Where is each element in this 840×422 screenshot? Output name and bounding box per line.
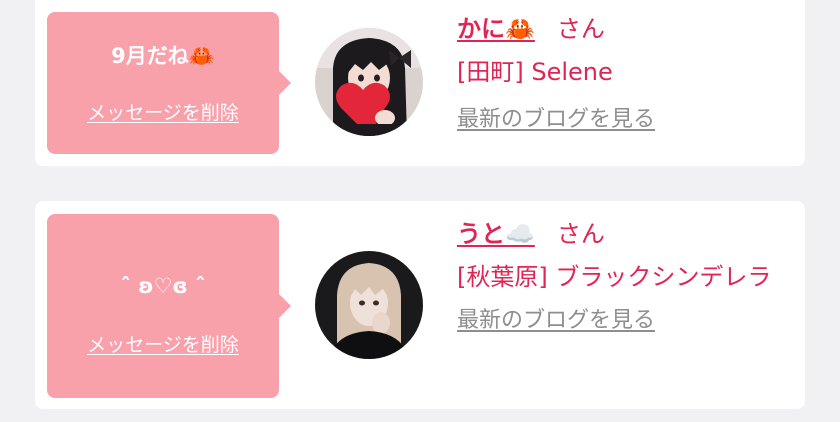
message-text: 9月だね🦀 (111, 44, 215, 68)
avatar-photo (315, 251, 423, 359)
delete-message-link[interactable]: メッセージを削除 (47, 100, 279, 126)
avatar[interactable] (315, 251, 423, 359)
message-bubble: 9月だね🦀 メッセージを削除 (47, 12, 291, 154)
sender-name-line: かに🦀 さん (457, 12, 797, 46)
sender-info: うと☁️ さん [秋葉原] ブラックシンデレラ 最新のブログを見る (457, 217, 797, 337)
honorific: さん (556, 220, 605, 248)
sender-name-line: うと☁️ さん (457, 217, 797, 251)
delete-message-link[interactable]: メッセージを削除 (47, 332, 279, 358)
message-list: 9月だね🦀 メッセージを削除 かに🦀 さん [田町] Selene 最新のブログ… (0, 0, 840, 422)
shop-name: [秋葉原] ブラックシンデレラ (457, 263, 772, 291)
message-card: ˆ ʚ♡ɞ ˆ メッセージを削除 うと☁️ さん [秋葉原] ブラックシンデレラ… (35, 201, 805, 409)
honorific: さん (556, 15, 605, 43)
message-card: 9月だね🦀 メッセージを削除 かに🦀 さん [田町] Selene 最新のブログ… (35, 0, 805, 166)
sender-name-link[interactable]: かに🦀 (457, 15, 535, 43)
latest-blog-link[interactable]: 最新のブログを見る (457, 104, 655, 136)
avatar[interactable] (315, 28, 423, 136)
latest-blog-link[interactable]: 最新のブログを見る (457, 305, 655, 337)
shop-name: [田町] Selene (457, 58, 613, 86)
avatar-photo (315, 28, 423, 136)
sender-info: かに🦀 さん [田町] Selene 最新のブログを見る (457, 12, 797, 136)
message-text: ˆ ʚ♡ɞ ˆ (120, 274, 206, 298)
sender-name-link[interactable]: うと☁️ (457, 220, 535, 248)
message-bubble: ˆ ʚ♡ɞ ˆ メッセージを削除 (47, 214, 291, 398)
